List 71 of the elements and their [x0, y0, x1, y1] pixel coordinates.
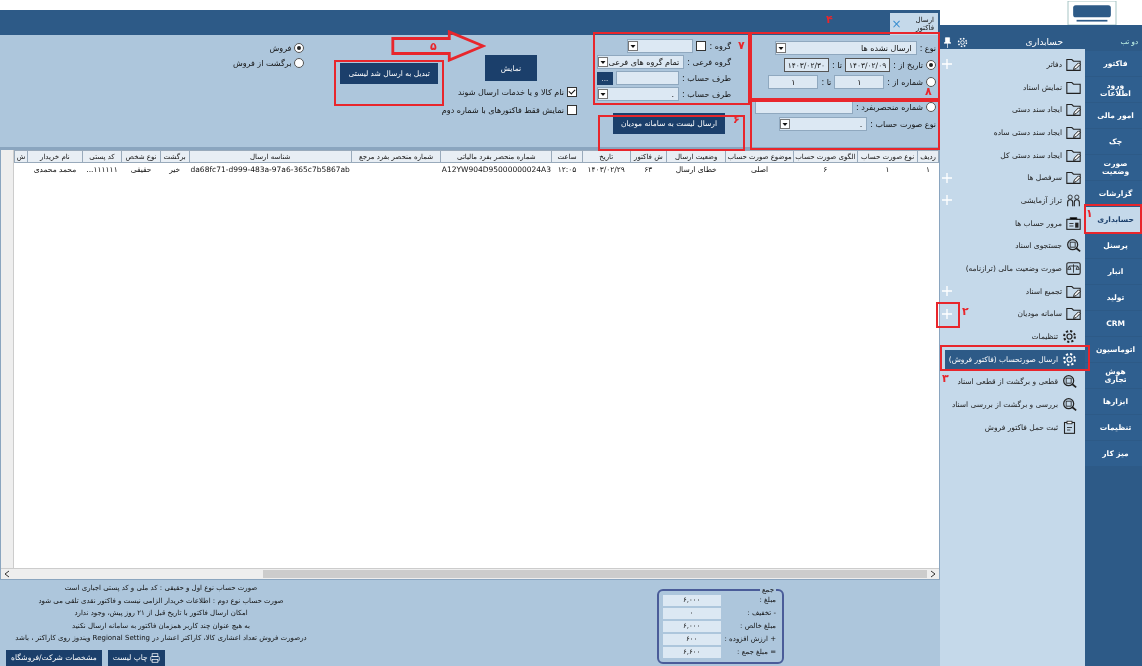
- annotation-number: ۸: [925, 86, 932, 97]
- checkbox-label: نام کالا و یا خدمات ارسال شوند: [458, 87, 564, 97]
- horizontal-scrollbar[interactable]: [1, 568, 939, 579]
- annotation-number: ۳: [942, 373, 949, 384]
- folder-pencil-icon: [1066, 283, 1081, 299]
- search-icon: [1066, 238, 1081, 254]
- scroll-left-icon[interactable]: [3, 570, 11, 578]
- settings-icon: [1062, 329, 1077, 345]
- dropdown-caret-icon[interactable]: [628, 41, 639, 51]
- panel-title: حسابداری: [1024, 37, 1064, 47]
- search-icon: [1062, 374, 1077, 390]
- radio-button[interactable]: [926, 102, 936, 112]
- annotation-number: ۲: [962, 306, 969, 317]
- field-label: طرف حساب :: [682, 73, 731, 83]
- folder-pencil-icon: [1066, 102, 1081, 118]
- dropdown[interactable]: تمام گروه های فرعی: [597, 55, 685, 69]
- settings-icon[interactable]: [957, 36, 968, 48]
- search-icon: [1062, 397, 1077, 413]
- field-label: شماره از :: [887, 77, 923, 87]
- annotation-number: ۴: [826, 14, 833, 25]
- checkbox-label: نمایش فقط فاکتورهای با شماره دوم: [441, 105, 564, 115]
- radio-button[interactable]: [926, 60, 936, 70]
- input-field[interactable]: ۱: [834, 75, 885, 89]
- dropdown-caret-icon[interactable]: [598, 57, 608, 67]
- vertical-scrollbar[interactable]: [1, 150, 14, 568]
- annotation-number: ۷: [738, 40, 745, 51]
- field-label: تا :: [832, 60, 842, 70]
- radio-button[interactable]: [294, 58, 305, 68]
- field-label: شماره منحصربفرد :: [855, 102, 923, 112]
- annotation-number: ۵: [430, 41, 437, 52]
- pin-icon[interactable]: [944, 36, 951, 48]
- dropdown-caret-icon[interactable]: [598, 89, 609, 99]
- scroll-right-icon[interactable]: [929, 570, 937, 578]
- dropdown[interactable]: ارسال نشده ها: [774, 41, 917, 55]
- annotation-number: ۱: [1086, 208, 1093, 219]
- folder-pencil-icon: [1066, 147, 1081, 163]
- folder-pencil-icon: [1066, 124, 1081, 140]
- ledger-icon: [1066, 215, 1081, 231]
- dropdown-caret-icon[interactable]: [775, 43, 786, 53]
- field-label: تا :: [821, 77, 832, 87]
- settings-icon: [1062, 351, 1077, 367]
- folder-pencil-icon: [1066, 56, 1081, 72]
- dropdown[interactable]: [627, 39, 694, 53]
- folder-pencil-icon: [1066, 170, 1081, 186]
- annotation-frame: [936, 302, 960, 328]
- dropdown[interactable]: .: [779, 117, 868, 131]
- dropdown[interactable]: .: [597, 87, 680, 101]
- field-label: نوع صورت حساب :: [870, 119, 936, 129]
- checkbox[interactable]: [567, 87, 577, 97]
- clipboard-icon: [1062, 419, 1077, 435]
- folder-icon: [1066, 79, 1081, 95]
- input-field[interactable]: ۱: [768, 75, 819, 89]
- annotation-frame: [1084, 204, 1142, 234]
- field-label: گروه فرعی :: [687, 57, 731, 67]
- field-label: گروه :: [709, 41, 731, 51]
- balance-icon: [1066, 261, 1081, 277]
- radio-label: برگشت از فروش: [232, 58, 292, 68]
- dropdown-caret-icon[interactable]: [780, 119, 791, 129]
- printer-icon: [149, 652, 160, 663]
- checkbox[interactable]: [696, 41, 707, 51]
- field-label: تاریخ از :: [893, 60, 923, 70]
- browse-button[interactable]: ...: [597, 71, 613, 85]
- radio-label: فروش: [269, 43, 292, 53]
- people-icon: [1066, 192, 1081, 208]
- field-label: نوع :: [919, 43, 936, 53]
- radio-button[interactable]: [294, 43, 305, 53]
- radio-button[interactable]: [926, 77, 936, 87]
- folder-pencil-icon: [1066, 306, 1081, 322]
- field-label: طرف حساب :: [682, 89, 731, 99]
- checkbox[interactable]: [567, 105, 577, 115]
- input-field[interactable]: [615, 71, 680, 85]
